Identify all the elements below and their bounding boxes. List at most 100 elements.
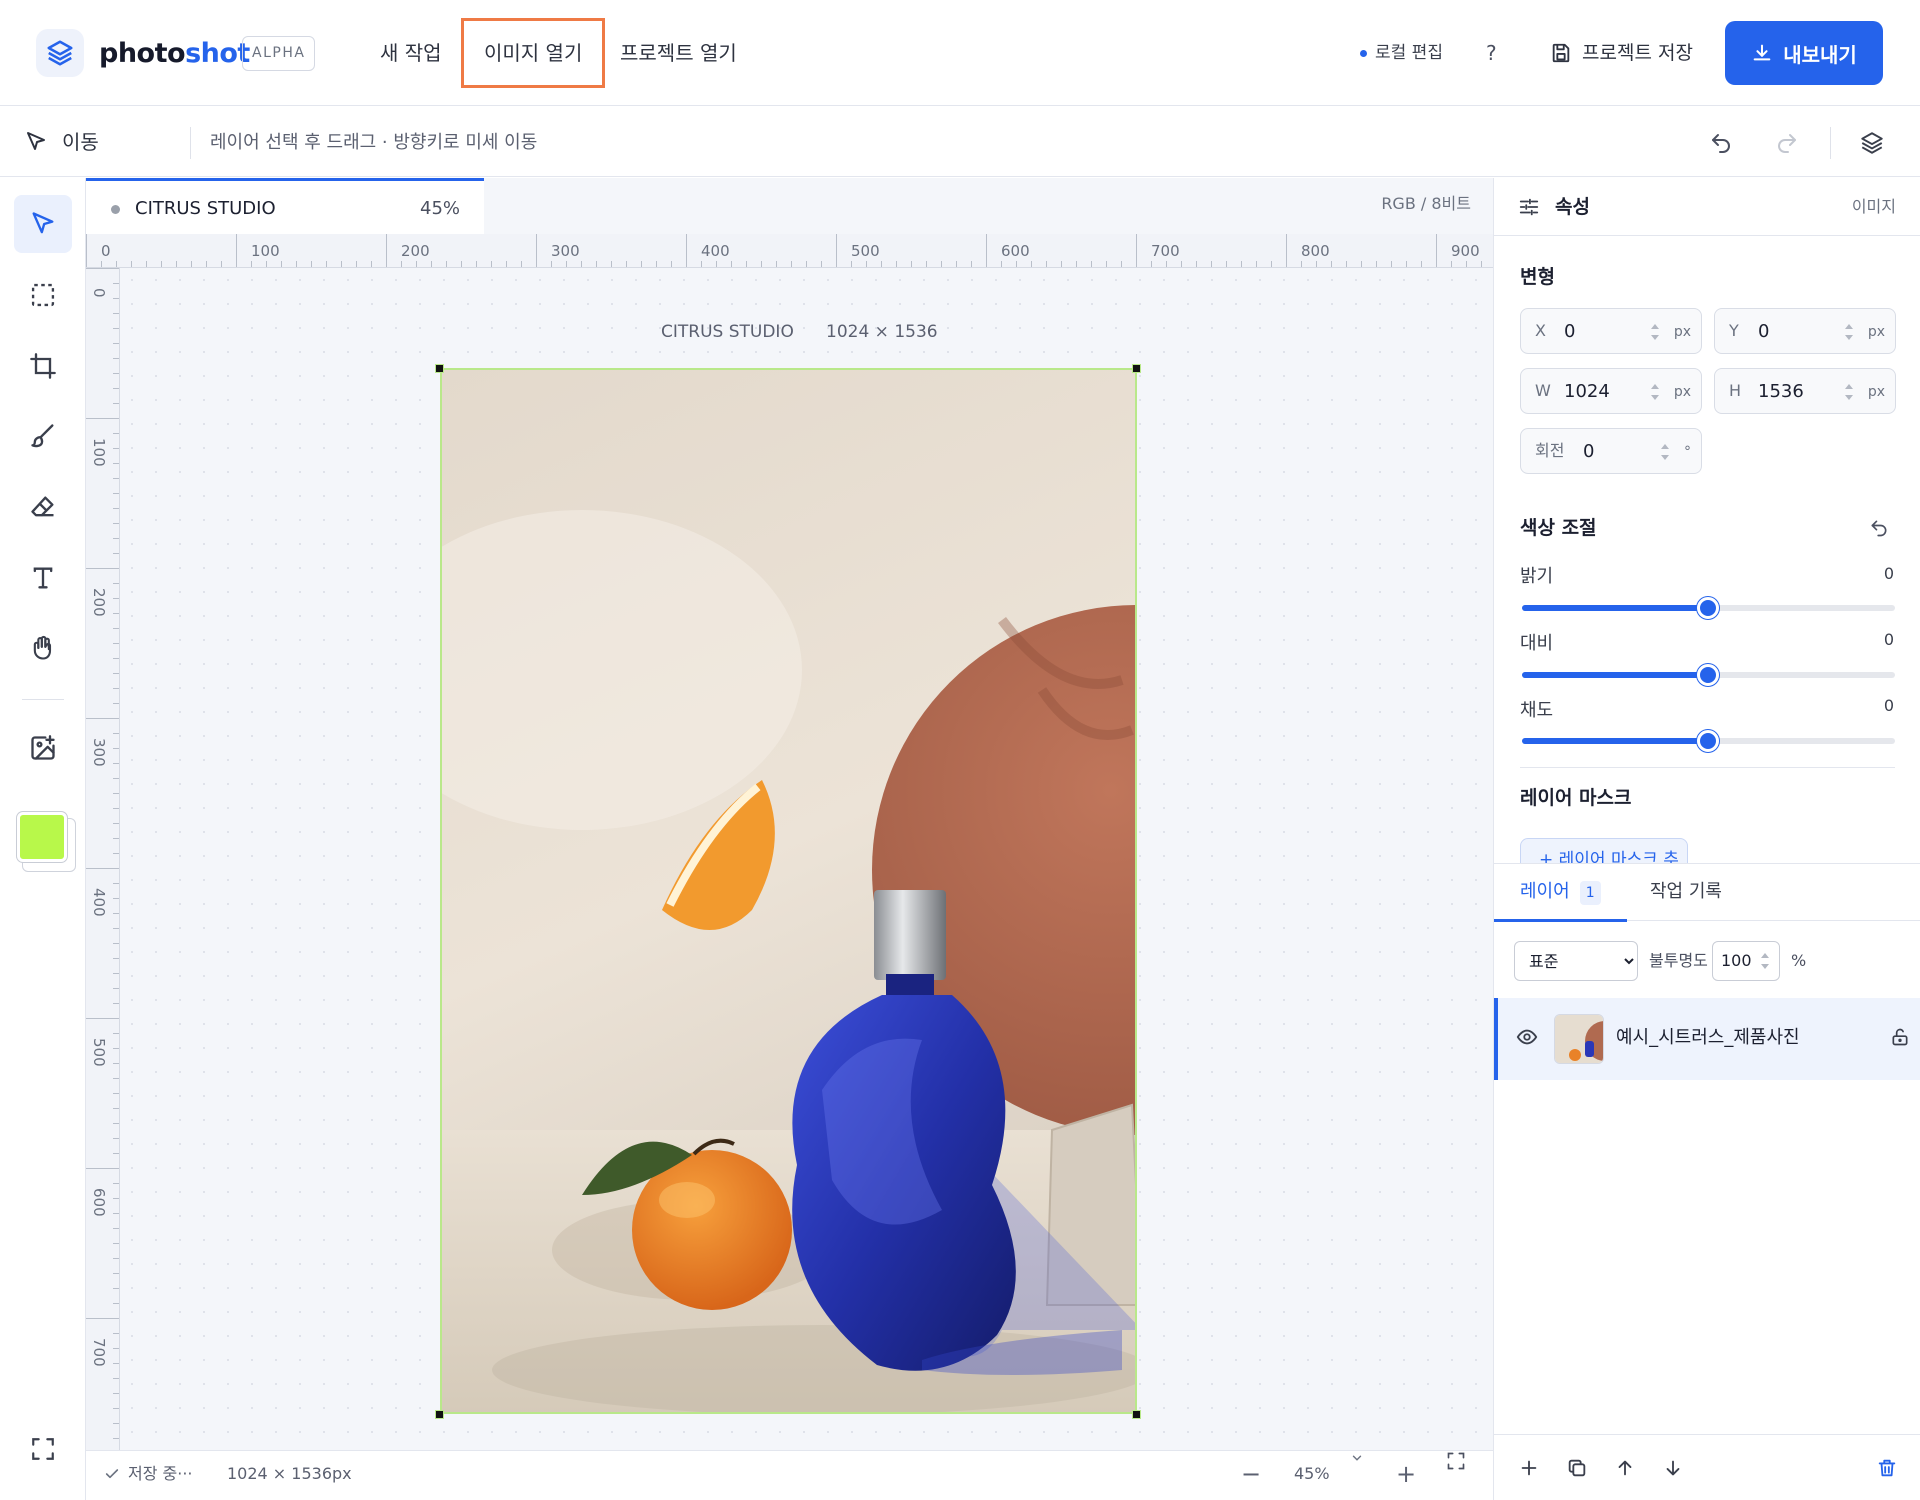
eye-icon (1516, 1029, 1538, 1045)
ruler-label: 300 (551, 242, 580, 260)
duplicate-layer-button[interactable] (1562, 1453, 1592, 1483)
layer-name: 예시_시트러스_제품사진 (1616, 1027, 1800, 1048)
status-bar: 저장 중··· 1024 × 1536px − 45% + (86, 1450, 1493, 1500)
contrast-slider[interactable] (1522, 664, 1895, 686)
width-field[interactable]: W 1024 px (1520, 368, 1702, 414)
product-photo (442, 370, 1135, 1412)
stepper-icon[interactable] (1759, 948, 1771, 974)
brightness-slider[interactable] (1522, 597, 1895, 619)
ruler-label: 200 (90, 588, 108, 617)
y-field[interactable]: Y 0 px (1714, 308, 1896, 354)
ruler-label: 700 (90, 1338, 108, 1367)
save-project-button[interactable]: 프로젝트 저장 (1550, 38, 1693, 68)
stepper-icon[interactable] (1843, 319, 1855, 345)
stepper-icon[interactable] (1649, 379, 1661, 405)
transform-title: 변형 (1520, 266, 1555, 288)
slider-knob[interactable] (1697, 664, 1719, 686)
app-logo[interactable] (36, 29, 84, 77)
zoom-dropdown[interactable] (1350, 1451, 1364, 1465)
zoom-out-button[interactable]: − (1241, 1451, 1261, 1497)
properties-title: 속성 (1555, 196, 1590, 218)
menu-open-project[interactable]: 프로젝트 열기 (600, 18, 757, 88)
ruler-label: 300 (90, 738, 108, 767)
tool-crop[interactable] (14, 337, 72, 395)
eraser-icon (31, 496, 54, 517)
saturation-slider[interactable] (1522, 730, 1895, 752)
fullscreen-toggle[interactable] (14, 1420, 72, 1478)
resize-handle-nw[interactable] (435, 364, 444, 373)
menu-new-task[interactable]: 새 작업 (360, 18, 462, 88)
ruler-label: 600 (1001, 242, 1030, 260)
tool-brush[interactable] (14, 407, 72, 465)
divider (1520, 767, 1895, 768)
document-area: CITRUS STUDIO 45% RGB / 8비트 0 100 200 30… (86, 178, 1493, 1450)
x-field[interactable]: X 0 px (1520, 308, 1702, 354)
brightness-value: 0 (1883, 564, 1894, 583)
redo-button[interactable] (1772, 128, 1802, 158)
stepper-icon[interactable] (1843, 379, 1855, 405)
foreground-color-swatch[interactable] (17, 812, 67, 862)
tool-hint: 레이어 선택 후 드래그 · 방향키로 미세 이동 (210, 132, 538, 153)
resize-handle-ne[interactable] (1132, 364, 1141, 373)
tool-eraser[interactable] (14, 478, 72, 536)
blend-mode-select[interactable]: 표준 (1514, 941, 1638, 981)
unlock-icon (1892, 1028, 1908, 1046)
fit-screen-button[interactable] (1446, 1451, 1466, 1471)
resize-handle-sw[interactable] (435, 1410, 444, 1419)
tool-add-image[interactable] (14, 719, 72, 777)
local-edit-status: 로컬 편집 (1360, 40, 1443, 66)
horizontal-ruler: 0 100 200 300 400 500 600 700 800 900 (86, 234, 1493, 268)
document-tab[interactable]: CITRUS STUDIO 45% (86, 178, 484, 234)
tool-text[interactable] (14, 549, 72, 607)
opacity-input[interactable]: 100 (1712, 941, 1780, 981)
tab-history[interactable]: 작업 기록 (1650, 864, 1722, 922)
move-layer-up-button[interactable] (1610, 1453, 1640, 1483)
vertical-ruler: 0 100 200 300 400 500 600 700 (86, 268, 120, 1450)
layer-item[interactable]: 예시_시트러스_제품사진 (1494, 998, 1920, 1080)
fit-screen-icon (1447, 1452, 1465, 1470)
stepper-icon[interactable] (1649, 319, 1661, 345)
delete-layer-button[interactable] (1872, 1453, 1902, 1483)
left-toolbar (0, 178, 86, 1500)
tool-marquee[interactable] (14, 266, 72, 324)
layer-count-badge: 1 (1579, 881, 1601, 905)
rotation-field[interactable]: 회전 0 ° (1520, 428, 1702, 474)
zoom-level[interactable]: 45% (1294, 1451, 1330, 1497)
lock-toggle[interactable] (1890, 1027, 1910, 1051)
move-cursor-icon (32, 212, 54, 234)
stepper-icon[interactable] (1659, 439, 1671, 465)
layers-panel-toggle[interactable] (1857, 128, 1887, 158)
image-layer-canvas[interactable] (440, 368, 1137, 1414)
contrast-label: 대비 (1520, 633, 1554, 654)
brightness-label: 밝기 (1520, 566, 1554, 587)
move-layer-down-button[interactable] (1658, 1453, 1688, 1483)
export-button[interactable]: 내보내기 (1725, 21, 1883, 85)
add-layer-button[interactable] (1514, 1453, 1544, 1483)
arrow-up-icon (1618, 1460, 1632, 1476)
tool-hand[interactable] (14, 619, 72, 677)
download-icon (1753, 44, 1771, 61)
canvas-viewport[interactable]: CITRUS STUDIO 1024 × 1536 (120, 268, 1493, 1450)
menu-open-image[interactable]: 이미지 열기 (461, 18, 606, 88)
reset-adjustments-button[interactable] (1869, 518, 1893, 542)
slider-knob[interactable] (1697, 730, 1719, 752)
undo-button[interactable] (1706, 128, 1736, 158)
sliders-icon (1519, 198, 1539, 216)
tool-move[interactable] (14, 195, 72, 253)
height-field[interactable]: H 1536 px (1714, 368, 1896, 414)
zoom-in-button[interactable]: + (1396, 1451, 1416, 1497)
hand-icon (33, 635, 52, 660)
opacity-unit: % (1791, 951, 1807, 970)
slider-knob[interactable] (1697, 597, 1719, 619)
slider-fill (1522, 738, 1708, 744)
ruler-label: 500 (851, 242, 880, 260)
crop-icon (30, 353, 56, 379)
resize-handle-se[interactable] (1132, 1410, 1141, 1419)
tab-layers[interactable]: 레이어 1 (1494, 864, 1627, 922)
properties-target-label: 이미지 (1851, 197, 1896, 216)
help-button[interactable]: ? (1486, 38, 1497, 68)
visibility-toggle[interactable] (1516, 1026, 1538, 1052)
trash-icon (1878, 1459, 1896, 1477)
slider-fill (1522, 605, 1708, 611)
image-size: 1024 × 1536px (227, 1464, 352, 1483)
